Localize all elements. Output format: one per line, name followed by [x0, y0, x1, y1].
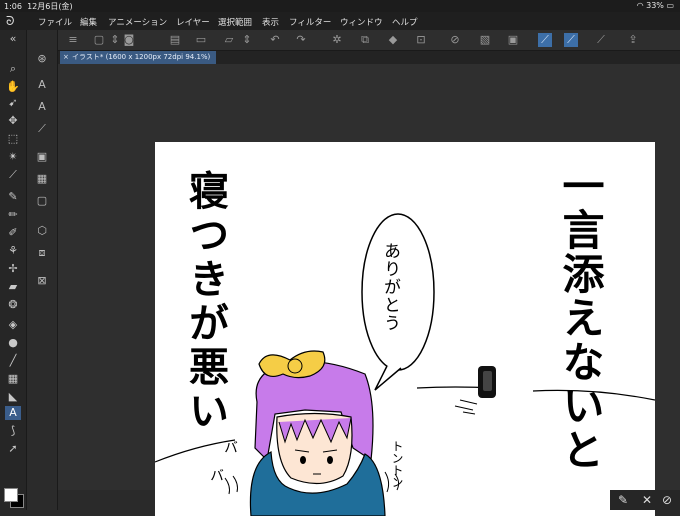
title-left-text: 寝つきが悪い	[182, 170, 228, 434]
color-grid-icon[interactable]: ▦	[35, 172, 49, 186]
drawing-canvas[interactable]: 一言添えないと 寝つきが悪い ありがとう バ バ トントン	[155, 142, 655, 516]
brush-icon[interactable]: ✐	[5, 226, 21, 240]
magic-wand-icon[interactable]: ✴	[5, 150, 21, 164]
text-icon[interactable]: A	[5, 406, 21, 420]
camera-icon[interactable]: ◙	[122, 33, 136, 47]
menu-view[interactable]: 表示	[262, 16, 279, 28]
bottom-action-bar: ✎ ✕ ⊘	[610, 490, 680, 510]
navigator-icon[interactable]: ▢	[35, 194, 49, 208]
sfx-left-2: バ	[208, 468, 224, 482]
tool-palette: « ⌕ ✋ ➹ ✥ ⬚ ✴ ⟋ ✎ ✏ ✐ ⚘ ✢ ▰ ❂ ◈ ● ╱ ▦ ◣ …	[0, 30, 27, 510]
menu-edit[interactable]: 編集	[80, 16, 97, 28]
zoom-icon[interactable]: ⌕	[5, 62, 21, 76]
close-icon[interactable]: ✕	[640, 493, 654, 507]
stepper-icon-2[interactable]: ⇕	[240, 33, 254, 47]
command-bar: ≡ ▢ ⇕ ◙ ▤ ▭ ▱ ⇕ ↶ ↷ ✲ ⧉ ◆ ⊡ ⊘ ▧ ▣ ⟋ ⟋ ⟋ …	[58, 30, 680, 51]
brush-subtool-icon[interactable]: ⟋	[35, 122, 49, 136]
sub-tool-palette: ⊛ A A ⟋ ▣ ▦ ▢ ⬡ ⧈ ⊠	[27, 30, 58, 510]
operation-icon[interactable]: ➹	[5, 96, 21, 110]
pen-tool-icon[interactable]: ✎	[5, 190, 21, 204]
speech-balloon-text: ありがとう	[380, 242, 400, 332]
sfx-left-1: バ	[222, 440, 238, 454]
correct-line-icon[interactable]: ⟆	[5, 424, 21, 438]
document-tab-title: イラスト* (1600 x 1200px 72dpi 94.1%)	[72, 53, 211, 61]
title-right-text: 一言添えないと	[556, 164, 605, 472]
copy-icon[interactable]: ⧉	[358, 33, 372, 47]
settings-icon[interactable]: ✲	[330, 33, 344, 47]
selection-icon[interactable]: ⬚	[5, 132, 21, 146]
blend-icon[interactable]: ❂	[5, 298, 21, 312]
sfx-right: トントン	[390, 440, 404, 488]
share-icon[interactable]: ⇪	[626, 33, 640, 47]
menu-window[interactable]: ウィンドウ	[340, 16, 383, 28]
battery-level: 33%	[646, 1, 664, 10]
collapse-icon[interactable]: «	[5, 32, 21, 46]
close-tab-icon[interactable]: ×	[63, 51, 69, 64]
save-icon[interactable]: ▱	[222, 33, 236, 47]
menu-help[interactable]: ヘルプ	[392, 16, 418, 28]
folder-icon[interactable]: ▭	[194, 33, 208, 47]
undo-icon[interactable]: ↶	[268, 33, 282, 47]
menu-bar: ᘐ ファイル 編集 アニメーション レイヤー 選択範囲 表示 フィルター ウィン…	[0, 12, 680, 30]
menu-file[interactable]: ファイル	[38, 16, 72, 28]
layers-stack-icon[interactable]: ⧈	[35, 246, 49, 260]
layer-icon[interactable]: ▣	[35, 150, 49, 164]
check-circle-icon[interactable]: ⊘	[660, 493, 674, 507]
battery-icon: ▭	[666, 1, 674, 10]
canvas-workspace[interactable]: 一言添えないと 寝つきが悪い ありがとう バ バ トントン	[58, 64, 680, 516]
menu-selection[interactable]: 選択範囲	[218, 16, 252, 28]
move-icon[interactable]: ✥	[5, 114, 21, 128]
document-tab[interactable]: × イラスト* (1600 x 1200px 72dpi 94.1%)	[60, 51, 217, 64]
settings-circle-icon[interactable]: ⊛	[35, 52, 49, 66]
pencil-icon[interactable]: ✏	[5, 208, 21, 222]
eraser-icon[interactable]: ▰	[5, 280, 21, 294]
text-subtool-icon[interactable]: A	[35, 78, 49, 92]
fill-bucket-icon[interactable]: ◈	[5, 318, 21, 332]
document-tab-bar: × イラスト* (1600 x 1200px 72dpi 94.1%)	[58, 51, 680, 64]
line-icon[interactable]: ╱	[5, 354, 21, 368]
ruler-grid-icon[interactable]: ⟋	[594, 33, 608, 47]
transform-icon[interactable]: ⊡	[414, 33, 428, 47]
ruler-special-icon[interactable]: ⟋	[564, 33, 578, 47]
menu-animation[interactable]: アニメーション	[108, 16, 167, 28]
redo-icon[interactable]: ↷	[294, 33, 308, 47]
hamburger-menu-icon[interactable]: ≡	[66, 33, 80, 47]
pen-icon[interactable]: ✎	[616, 493, 630, 507]
wifi-icon: ◠	[636, 1, 644, 10]
material-icon[interactable]: ⬡	[35, 224, 49, 238]
hand-icon[interactable]: ✋	[5, 80, 21, 94]
gradient-icon[interactable]: ●	[5, 336, 21, 350]
decoration-icon[interactable]: ✢	[5, 262, 21, 276]
open-icon[interactable]: ▤	[168, 33, 182, 47]
eyedropper-icon[interactable]: ⟋	[5, 168, 21, 182]
frame-icon[interactable]: ▦	[5, 372, 21, 386]
status-date: 12月6日(金)	[27, 2, 73, 11]
text-vertical-icon[interactable]: A	[35, 100, 49, 114]
menu-filter[interactable]: フィルター	[289, 16, 331, 28]
menu-layer[interactable]: レイヤー	[176, 16, 210, 28]
foreground-color-swatch[interactable]	[4, 488, 18, 502]
object-icon[interactable]: ➚	[5, 442, 21, 456]
balloon-icon[interactable]: ◣	[5, 390, 21, 404]
fill-icon[interactable]: ◆	[386, 33, 400, 47]
stepper-icon[interactable]: ⇕	[108, 33, 122, 47]
status-time: 1:06	[4, 2, 22, 11]
deselect-icon[interactable]: ⊘	[448, 33, 462, 47]
image-icon[interactable]: ⊠	[35, 274, 49, 288]
border-icon[interactable]: ▣	[506, 33, 520, 47]
new-file-icon[interactable]: ▢	[92, 33, 106, 47]
crop-icon[interactable]: ▧	[478, 33, 492, 47]
ios-status-bar: 1:06 12月6日(金) ◠ 33% ▭	[0, 0, 680, 12]
clip-studio-logo-icon[interactable]: ᘐ	[6, 14, 20, 28]
ruler-snap-icon[interactable]: ⟋	[538, 33, 552, 47]
airbrush-icon[interactable]: ⚘	[5, 244, 21, 258]
